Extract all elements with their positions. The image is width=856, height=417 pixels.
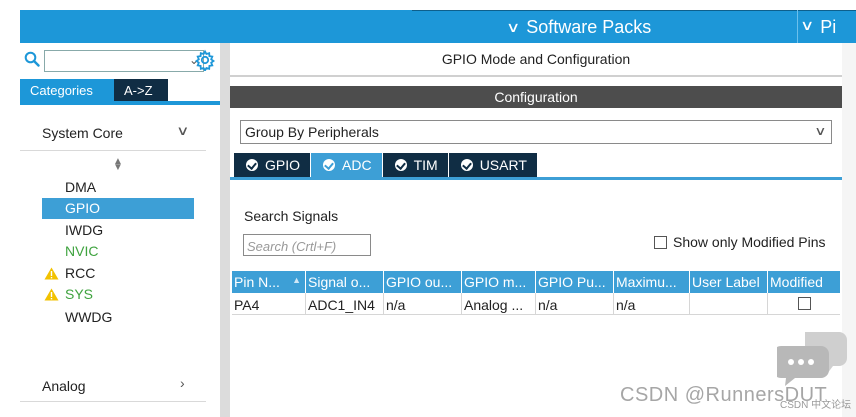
tab-adc[interactable]: ADC [311,153,382,177]
check-circle-icon [246,159,258,171]
column-header-gpio-pull[interactable]: GPIO Pu... [536,271,614,293]
column-header-gpio-mode[interactable]: GPIO m... [462,271,536,293]
software-packs-menu[interactable]: ∨ Software Packs [505,17,652,38]
check-circle-icon [394,159,407,171]
modified-checkbox[interactable] [797,297,811,310]
gear-icon[interactable] [194,49,216,71]
tab-tim[interactable]: TIM [382,153,448,177]
check-circle-icon [323,159,336,171]
tab-label: TIM [413,157,438,173]
list-item-wwdg[interactable]: WWDG [65,309,112,325]
pinout-menu[interactable]: ∨ Pi [799,17,837,38]
group-by-select[interactable]: Group By Peripherals ∨ [240,120,832,144]
tab-label: GPIO [265,157,301,173]
tab-usart[interactable]: USART [448,153,537,177]
cell-gpio-pull: n/a [536,293,614,314]
list-item-dma[interactable]: DMA [65,179,96,195]
checkbox[interactable] [654,235,667,249]
list-item-label: RCC [65,265,96,281]
cell-signal: ADC1_IN4 [306,293,384,314]
list-item-gpio[interactable]: GPIO [42,198,194,219]
table-row[interactable]: PA4 ADC1_IN4 n/a Analog ... n/a n/a [232,293,840,315]
chevron-down-icon: ∨ [814,124,827,138]
chevron-right-icon[interactable]: › [180,375,185,391]
list-item-iwdg[interactable]: IWDG [65,222,103,238]
sort-ascending-icon: ▲ [292,275,301,285]
categories-panel: ⌄ Categories A->Z System Core ∨ ▲ ▼ DMA G… [20,43,240,417]
software-packs-label: Software Packs [526,17,652,37]
gpio-configuration-panel: GPIO Mode and Configuration Configuratio… [230,43,856,417]
cell-modified [768,293,840,314]
tab-gpio[interactable]: GPIO [234,153,311,177]
column-header-pin-name[interactable]: Pin N... ▲ [232,271,306,293]
list-item-label: SYS [65,286,94,302]
column-header-modified[interactable]: Modified [768,271,840,293]
column-header-signal[interactable]: Signal o... [306,271,384,293]
search-signals-label: Search Signals [244,208,339,224]
toolbar-top-line [412,10,856,11]
watermark-small-text: CSDN 中文论坛 [780,400,852,411]
list-item-sys[interactable]: SYS [44,286,93,302]
chevron-down-icon[interactable]: ∨ [176,123,189,139]
top-toolbar: ∨ Software Packs ∨ Pi [20,10,856,43]
cell-maximum: n/a [614,293,690,314]
toolbar-divider [797,10,798,43]
section-analog[interactable]: Analog [42,378,86,394]
divider [230,75,842,77]
category-tabs: Categories A->Z [20,79,220,101]
panel-splitter[interactable] [220,43,230,417]
chevron-down-icon: ∨ [505,19,521,35]
table-header: Pin N... ▲ Signal o... GPIO ou... GPIO m… [232,271,840,293]
tabs-underline [230,177,842,180]
group-by-value: Group By Peripherals [245,124,379,140]
check-circle-icon [460,159,473,171]
warning-icon [44,267,59,279]
search-signals-input[interactable] [243,234,371,256]
show-modified-checkbox[interactable]: Show only Modified Pins [654,234,826,250]
chat-bubble-logo-icon [777,332,847,386]
tab-label: USART [479,157,527,173]
tab-label: ADC [342,157,372,173]
cell-pin-name: PA4 [232,293,306,314]
tab-categories[interactable]: Categories [20,79,114,101]
warning-icon [44,288,59,300]
divider [20,401,206,402]
list-item-nvic[interactable]: NVIC [65,243,98,259]
cell-user-label[interactable] [690,293,768,314]
category-search-row: ⌄ [20,48,220,74]
list-item-rcc[interactable]: RCC [44,265,95,281]
cell-gpio-mode: Analog ... [462,293,536,314]
configuration-header: Configuration [230,86,842,108]
page-title: GPIO Mode and Configuration [441,51,631,67]
sort-icon[interactable]: ▲ ▼ [113,157,123,173]
cell-gpio-output: n/a [384,293,462,314]
column-header-gpio-output[interactable]: GPIO ou... [384,271,462,293]
tab-a-to-z[interactable]: A->Z [114,79,168,101]
section-system-core[interactable]: System Core [42,125,123,141]
pinout-label: Pi [820,17,837,37]
column-header-user-label[interactable]: User Label [690,271,768,293]
divider [20,150,206,151]
tabs-underline [20,101,220,105]
search-icon[interactable] [24,51,40,67]
chevron-down-icon: ∨ [799,17,815,33]
column-header-maximum[interactable]: Maximu... [614,271,690,293]
show-modified-label: Show only Modified Pins [673,234,826,250]
peripheral-tabs: GPIO ADC TIM USART [234,153,538,177]
pin-table: Pin N... ▲ Signal o... GPIO ou... GPIO m… [232,271,840,315]
category-search-input[interactable]: ⌄ [44,50,204,72]
column-header-label: Pin N... [234,274,280,290]
